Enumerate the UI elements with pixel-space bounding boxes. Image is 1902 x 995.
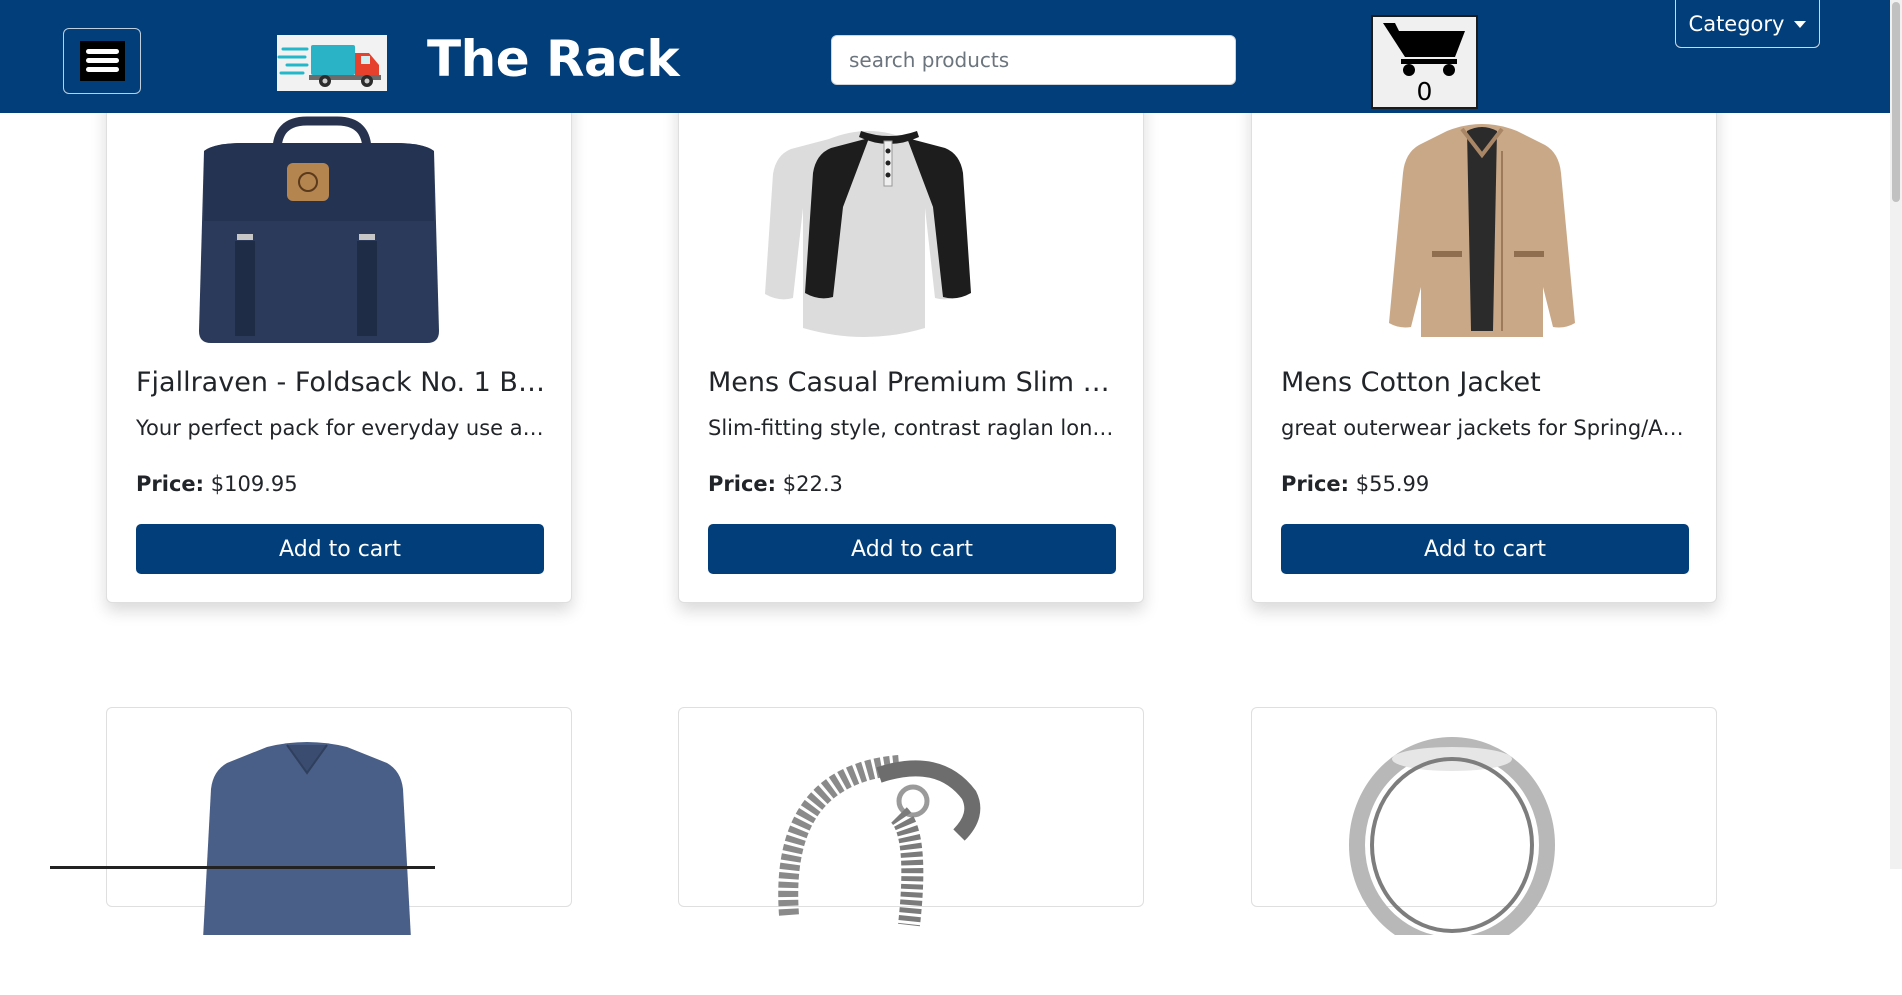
category-dropdown[interactable]: Category	[1675, 0, 1820, 48]
add-to-cart-button[interactable]: Add to cart	[136, 524, 544, 574]
product-image-shirt	[679, 91, 1143, 351]
search-input[interactable]	[831, 35, 1236, 85]
price-value: $55.99	[1355, 472, 1430, 496]
product-description: Your perfect pack for everyday use and..…	[136, 416, 545, 440]
product-card	[678, 707, 1144, 927]
page-scrollbar[interactable]	[1890, 0, 1902, 869]
product-image-v-neck-shirt	[107, 735, 571, 995]
product-card	[106, 707, 572, 939]
product-image-bracelet	[679, 735, 1143, 995]
product-image-jacket	[1252, 91, 1716, 351]
product-description: Slim-fitting style, contrast raglan long…	[708, 416, 1117, 440]
site-title: The Rack	[427, 30, 680, 88]
product-image-backpack	[107, 91, 571, 351]
navbar: The Rack 0 Category	[0, 0, 1890, 113]
category-label: Category	[1688, 11, 1785, 36]
price-label: Price:	[708, 472, 777, 496]
product-price: Price: $22.3	[708, 467, 843, 501]
product-price: Price: $109.95	[136, 467, 298, 501]
product-card: Fjallraven - Foldsack No. 1 Bac... Your …	[106, 90, 572, 603]
shopping-cart-icon	[1383, 23, 1465, 76]
caret-down-icon	[1794, 21, 1807, 28]
truck-logo-icon[interactable]	[277, 35, 387, 91]
price-label: Price:	[136, 472, 205, 496]
cart-button[interactable]: 0	[1371, 15, 1478, 109]
price-value: $109.95	[210, 472, 298, 496]
hamburger-menu-icon	[79, 41, 125, 81]
add-to-cart-button[interactable]: Add to cart	[708, 524, 1116, 574]
cart-count: 0	[1416, 77, 1433, 106]
product-price: Price: $55.99	[1281, 467, 1429, 501]
scrollbar-thumb[interactable]	[1892, 2, 1900, 202]
product-image-ring	[1252, 735, 1716, 995]
product-title[interactable]: Mens Casual Premium Slim Fi...	[708, 363, 1117, 403]
product-title[interactable]: Fjallraven - Foldsack No. 1 Bac...	[136, 363, 545, 403]
product-card	[1251, 707, 1717, 953]
product-description: great outerwear jackets for Spring/Aut..…	[1281, 416, 1690, 440]
price-value: $22.3	[782, 472, 843, 496]
product-title[interactable]: Mens Cotton Jacket	[1281, 363, 1690, 403]
product-card: Mens Casual Premium Slim Fi... Slim-fitt…	[678, 90, 1144, 603]
price-label: Price:	[1281, 472, 1350, 496]
menu-toggle-button[interactable]	[63, 28, 141, 94]
add-to-cart-button[interactable]: Add to cart	[1281, 524, 1689, 574]
product-card: Mens Cotton Jacket great outerwear jacke…	[1251, 90, 1717, 603]
